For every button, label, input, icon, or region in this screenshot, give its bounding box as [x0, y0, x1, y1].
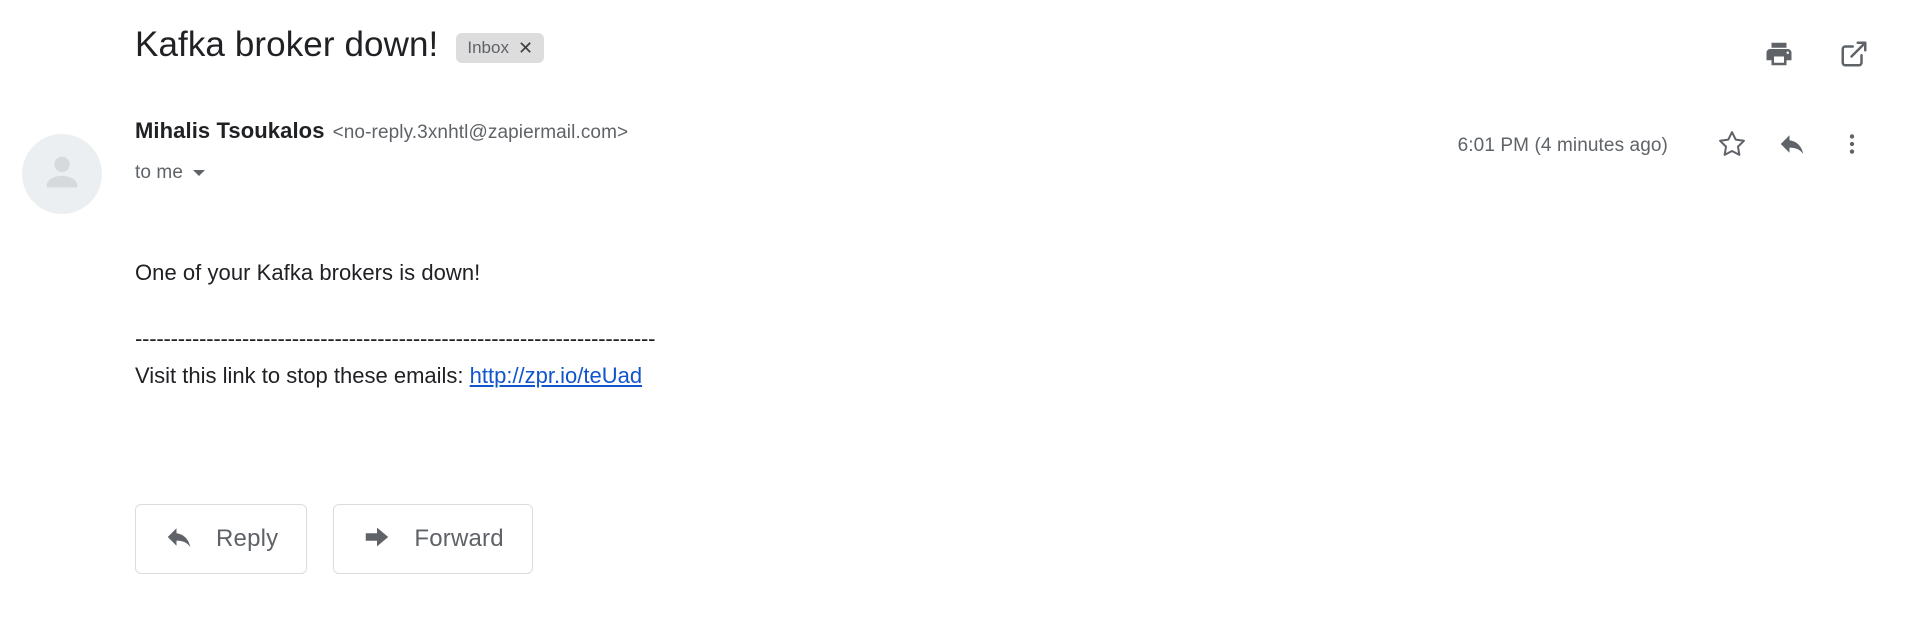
print-button[interactable] — [1757, 32, 1801, 76]
message-header-row: Mihalis Tsoukalos <no-reply.3xnhtl@zapie… — [0, 118, 1916, 214]
reply-button-footer[interactable]: Reply — [135, 504, 308, 574]
reply-arrow-icon — [1777, 129, 1807, 164]
message-body: One of your Kafka brokers is down! -----… — [135, 258, 1535, 392]
header-actions — [1757, 32, 1876, 76]
close-icon[interactable]: ✕ — [518, 33, 533, 63]
reply-button-label: Reply — [216, 525, 279, 552]
chevron-down-icon[interactable] — [193, 170, 206, 176]
open-in-new-icon — [1839, 39, 1869, 69]
person-icon — [39, 149, 85, 200]
star-button[interactable] — [1708, 122, 1756, 170]
message-action-buttons: Reply Forward — [135, 504, 533, 574]
message-meta-actions: 6:01 PM (4 minutes ago) — [1458, 118, 1876, 174]
reply-arrow-icon — [164, 522, 194, 557]
forward-button-footer[interactable]: Forward — [333, 504, 533, 574]
forward-button-label: Forward — [414, 525, 504, 552]
reply-button[interactable] — [1768, 122, 1816, 170]
label-chip-inbox[interactable]: Inbox ✕ — [456, 33, 545, 63]
timestamp: 6:01 PM (4 minutes ago) — [1457, 135, 1668, 156]
recipient-label: to me — [135, 162, 184, 183]
print-icon — [1764, 39, 1794, 69]
body-paragraph: One of your Kafka brokers is down! — [135, 260, 481, 285]
open-in-new-window-button[interactable] — [1832, 32, 1876, 76]
sender-name[interactable]: Mihalis Tsoukalos — [135, 118, 325, 144]
subject-header-row: Kafka broker down! Inbox ✕ — [0, 0, 1916, 110]
more-vertical-icon — [1839, 131, 1865, 162]
forward-arrow-icon — [362, 522, 392, 557]
sender-line: Mihalis Tsoukalos <no-reply.3xnhtl@zapie… — [135, 118, 628, 148]
recipient-line[interactable]: to me — [135, 160, 628, 186]
more-options-button[interactable] — [1828, 122, 1876, 170]
unsubscribe-prefix: Visit this link to stop these emails: — [135, 363, 470, 388]
sender-block: Mihalis Tsoukalos <no-reply.3xnhtl@zapie… — [135, 118, 628, 186]
page-title: Kafka broker down! — [135, 25, 439, 64]
label-chip-label: Inbox — [467, 38, 509, 57]
subject-block: Kafka broker down! Inbox ✕ — [135, 22, 545, 68]
dashed-divider: ----------------------------------------… — [135, 326, 656, 351]
avatar[interactable] — [22, 134, 102, 214]
star-icon — [1717, 129, 1747, 164]
unsubscribe-line: Visit this link to stop these emails: ht… — [135, 360, 1535, 392]
unsubscribe-link[interactable]: http://zpr.io/teUad — [470, 363, 642, 388]
sender-email: <no-reply.3xnhtl@zapiermail.com> — [332, 122, 629, 143]
